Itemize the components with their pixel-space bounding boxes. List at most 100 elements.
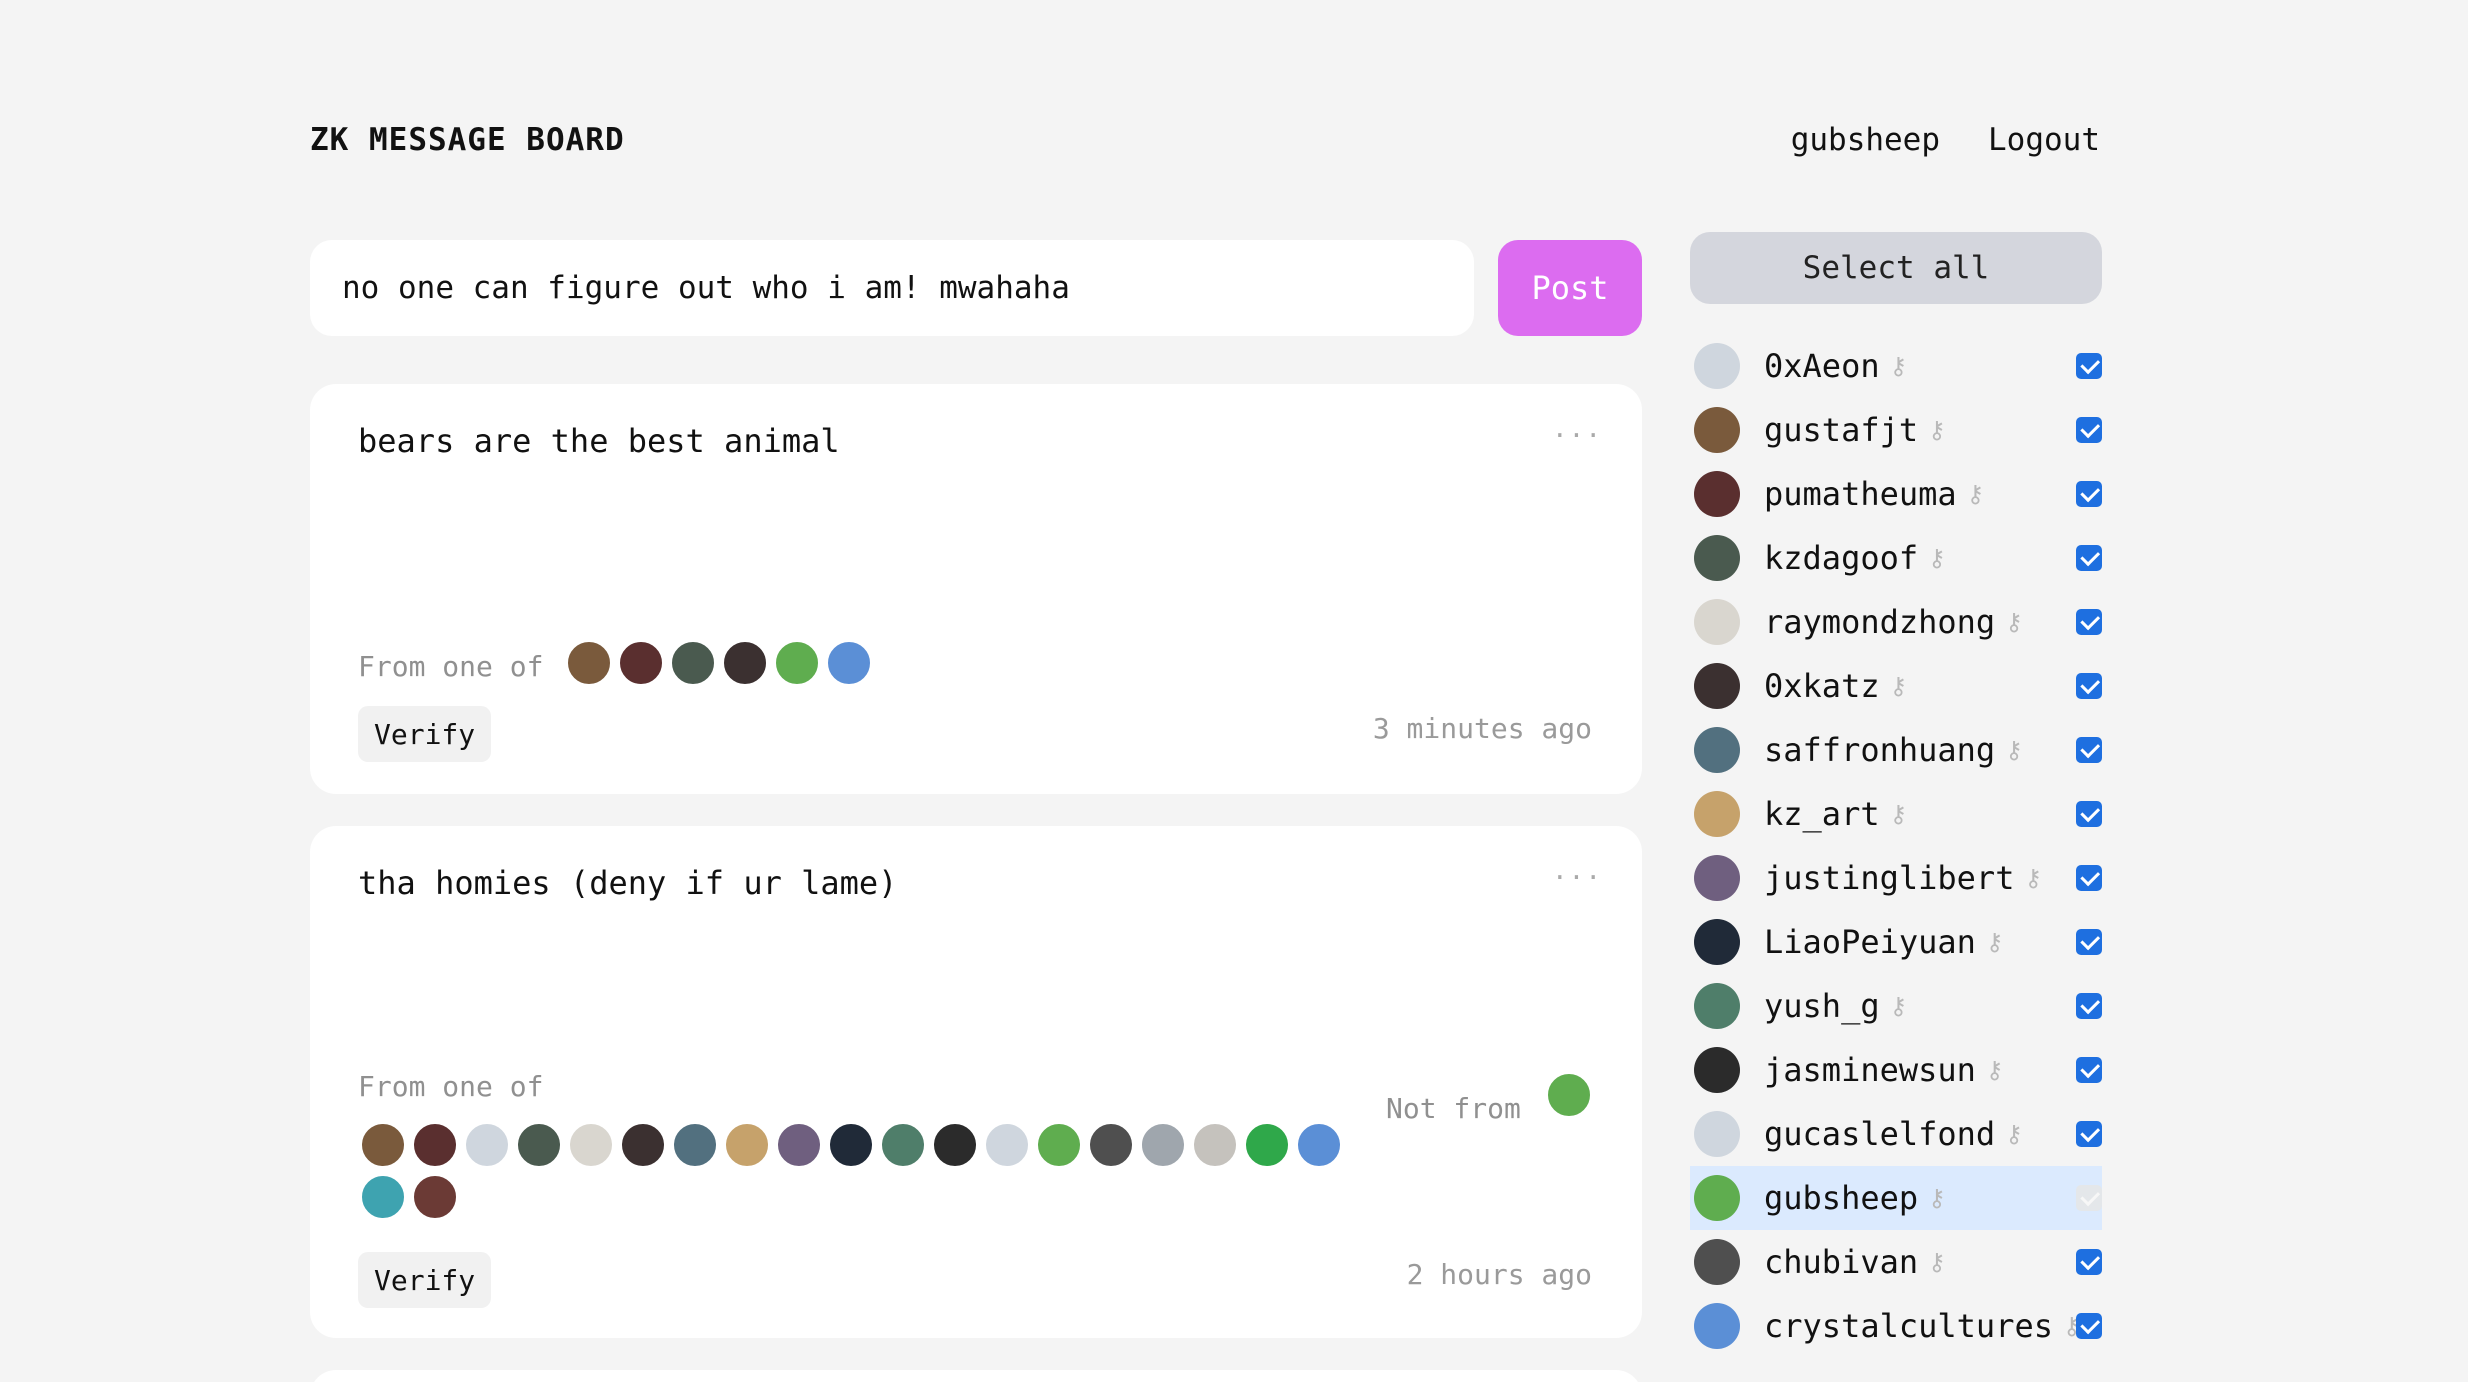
avatar (932, 1122, 978, 1168)
user-checkbox[interactable] (2076, 993, 2102, 1019)
user-row[interactable]: kzdagoof ⚷ (1690, 526, 2102, 590)
avatar (776, 1122, 822, 1168)
avatar (1192, 1122, 1238, 1168)
user-checkbox[interactable] (2076, 353, 2102, 379)
user-checkbox[interactable] (2076, 1313, 2102, 1339)
message-card: tha homies (deny if ur lame) ... From on… (310, 826, 1642, 1338)
message-input[interactable] (342, 270, 1442, 306)
avatar (1088, 1122, 1134, 1168)
user-name: kz_art (1764, 795, 1880, 833)
timestamp: 3 minutes ago (1372, 712, 1592, 745)
user-name: gustafjt (1764, 411, 1919, 449)
user-checkbox[interactable] (2076, 737, 2102, 763)
user-avatar (1694, 983, 1740, 1029)
user-avatar (1694, 1111, 1740, 1157)
message-text: tha homies (deny if ur lame) (358, 864, 898, 902)
user-avatar (1694, 1175, 1740, 1221)
user-checkbox[interactable] (2076, 1057, 2102, 1083)
verify-button[interactable]: Verify (358, 706, 492, 762)
user-row[interactable]: gustafjt ⚷ (1690, 398, 2102, 462)
key-icon: ⚷ (1966, 480, 1985, 508)
key-icon: ⚷ (1928, 544, 1946, 572)
key-icon: ⚷ (1928, 416, 1946, 444)
user-avatar (1694, 535, 1740, 581)
from-label: From one of (358, 650, 544, 683)
user-avatar (1694, 471, 1740, 517)
avatar (566, 640, 612, 686)
user-name: 0xAeon (1764, 347, 1880, 385)
from-avatar-group (360, 1122, 1360, 1220)
user-row[interactable]: gucaslelfond ⚷ (1690, 1102, 2102, 1166)
message-composer (310, 240, 1474, 336)
user-checkbox[interactable] (2076, 417, 2102, 443)
avatar (774, 640, 820, 686)
user-row[interactable]: raymondzhong ⚷ (1690, 590, 2102, 654)
user-name: pumatheuma (1764, 475, 1957, 513)
user-avatar (1694, 407, 1740, 453)
more-icon[interactable]: ... (1552, 414, 1602, 444)
user-checkbox[interactable] (2076, 673, 2102, 699)
post-button[interactable]: Post (1498, 240, 1642, 336)
user-row[interactable]: gubsheep ⚷ (1690, 1166, 2102, 1230)
user-row[interactable]: crystalcultures ⚷ (1690, 1294, 2102, 1358)
more-icon[interactable]: ... (1552, 856, 1602, 886)
user-row[interactable]: yush_g ⚷ (1690, 974, 2102, 1038)
key-icon: ⚷ (2005, 736, 2023, 764)
user-name: 0xkatz (1764, 667, 1880, 705)
username-link[interactable]: gubsheep (1791, 122, 1940, 158)
avatar (984, 1122, 1030, 1168)
top-nav: gubsheep Logout (1791, 122, 2100, 158)
verify-button[interactable]: Verify (358, 1252, 492, 1308)
key-icon: ⚷ (1889, 992, 1908, 1020)
user-name: gubsheep (1764, 1179, 1919, 1217)
avatar (828, 1122, 874, 1168)
user-name: justinglibert (1764, 859, 2015, 897)
user-avatar (1694, 663, 1740, 709)
user-checkbox[interactable] (2076, 929, 2102, 955)
user-checkbox[interactable] (2076, 545, 2102, 571)
user-checkbox[interactable] (2076, 1249, 2102, 1275)
user-name: saffronhuang (1764, 731, 1996, 769)
user-row[interactable]: saffronhuang ⚷ (1690, 718, 2102, 782)
user-name: jasminewsun (1764, 1051, 1976, 1089)
user-name: gucaslelfond (1764, 1115, 1996, 1153)
user-checkbox[interactable] (2076, 609, 2102, 635)
avatar (568, 1122, 614, 1168)
avatar (412, 1174, 458, 1220)
user-row[interactable]: justinglibert ⚷ (1690, 846, 2102, 910)
user-row[interactable]: chubivan ⚷ (1690, 1230, 2102, 1294)
user-row[interactable]: 0xAeon ⚷ (1690, 334, 2102, 398)
user-checkbox[interactable] (2076, 481, 2102, 507)
user-checkbox[interactable] (2076, 865, 2102, 891)
not-from-avatar-group (1546, 1072, 1606, 1118)
avatar (724, 1122, 770, 1168)
user-row[interactable]: kz_art ⚷ (1690, 782, 2102, 846)
from-label: From one of (358, 1070, 544, 1103)
avatar (1244, 1122, 1290, 1168)
key-icon: ⚷ (2005, 1120, 2023, 1148)
key-icon: ⚷ (2005, 608, 2023, 636)
message-text: bears are the best animal (358, 422, 840, 460)
avatar (672, 1122, 718, 1168)
avatar (412, 1122, 458, 1168)
select-all-button[interactable]: Select all (1690, 232, 2102, 304)
avatar (880, 1122, 926, 1168)
key-icon: ⚷ (1985, 1056, 2004, 1084)
logout-link[interactable]: Logout (1988, 122, 2100, 158)
user-name: crystalcultures (1764, 1307, 2053, 1345)
user-row[interactable]: 0xkatz ⚷ (1690, 654, 2102, 718)
top-bar: ZK MESSAGE BOARD gubsheep Logout (310, 118, 2100, 166)
user-row[interactable]: LiaoPeiyuan ⚷ (1690, 910, 2102, 974)
user-name: LiaoPeiyuan (1764, 923, 1976, 961)
not-from-label: Not from (1386, 1092, 1521, 1125)
avatar (360, 1174, 406, 1220)
user-avatar (1694, 599, 1740, 645)
user-avatar (1694, 855, 1740, 901)
user-checkbox[interactable] (2076, 1121, 2102, 1147)
from-avatar-group (566, 640, 966, 686)
user-checkbox[interactable] (2076, 801, 2102, 827)
user-name: chubivan (1764, 1243, 1919, 1281)
user-row[interactable]: pumatheuma ⚷ (1690, 462, 2102, 526)
user-row[interactable]: jasminewsun ⚷ (1690, 1038, 2102, 1102)
avatar (670, 640, 716, 686)
